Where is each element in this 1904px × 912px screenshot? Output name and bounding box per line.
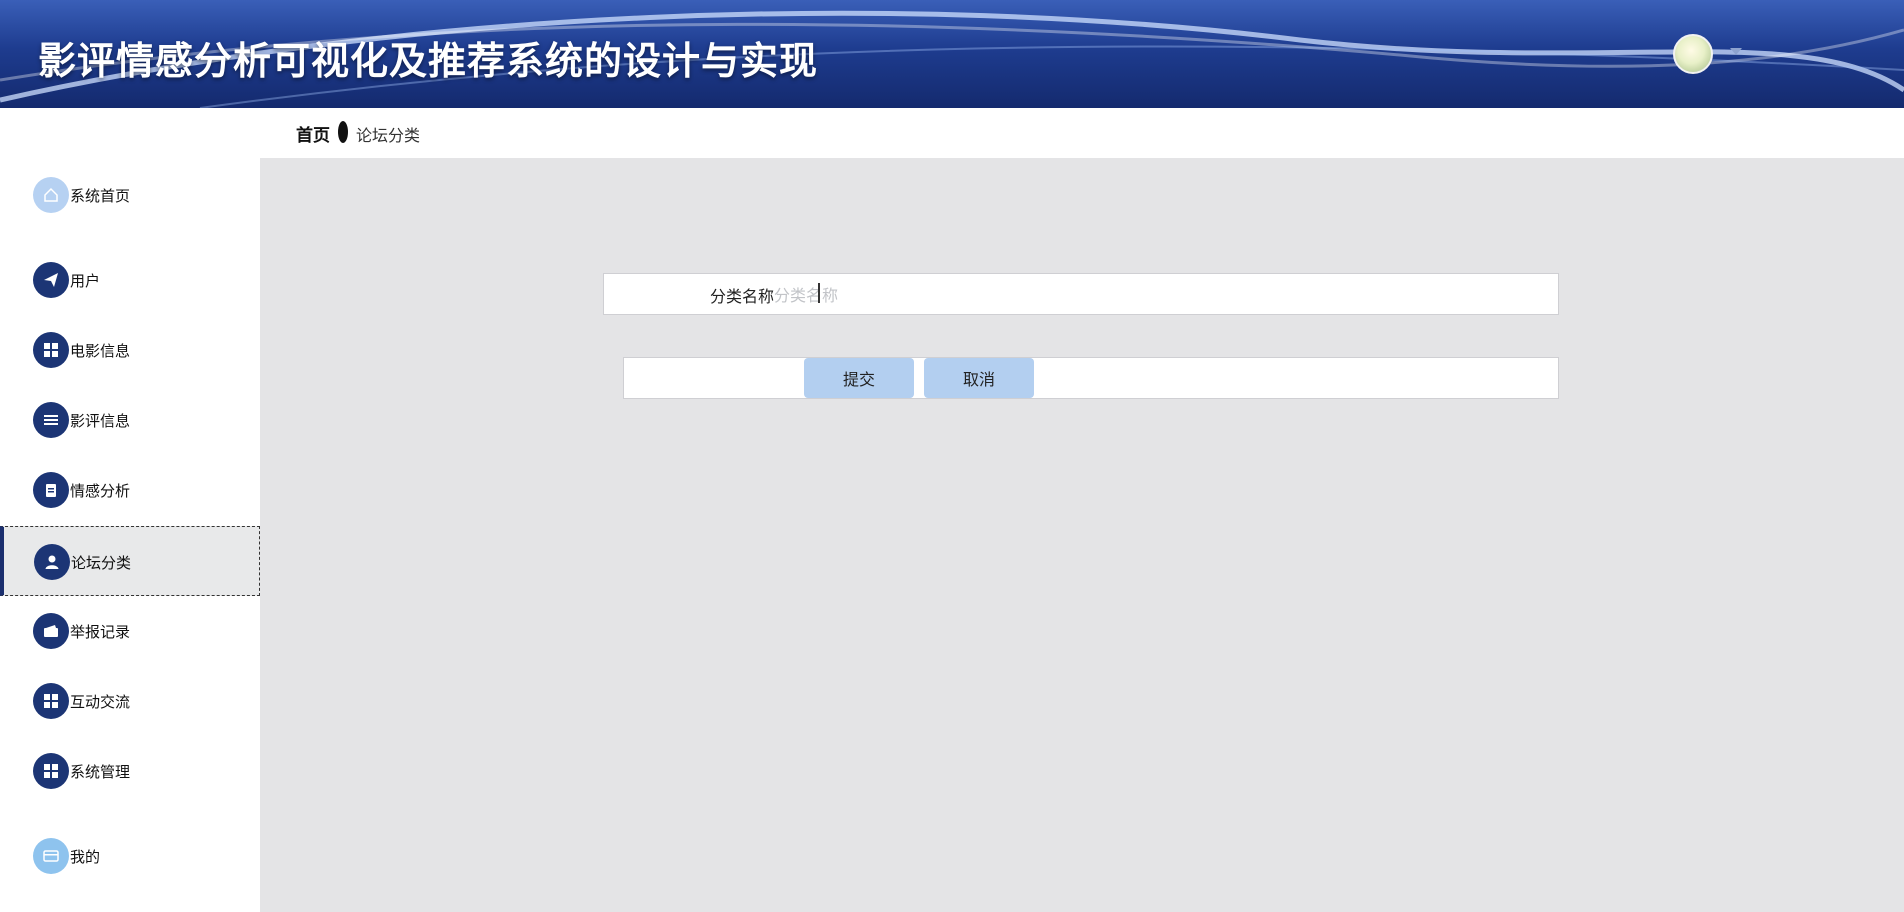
text-cursor-icon [818, 283, 820, 303]
sidebar-item-label: 我的 [70, 848, 101, 866]
sidebar-item-forum-category[interactable]: 论坛分类 [0, 526, 260, 596]
sidebar-item-reports[interactable]: 举报记录 [0, 596, 260, 666]
sidebar-item-reviews[interactable]: 影评信息 [0, 385, 260, 455]
submit-button[interactable]: 提交 [804, 358, 914, 398]
sidebar-item-label: 系统管理 [70, 763, 131, 781]
category-name-input[interactable] [772, 278, 1536, 312]
sidebar-item-sentiment[interactable]: 情感分析 [0, 455, 260, 525]
sidebar-item-label: 论坛分类 [71, 554, 132, 572]
form-actions: 提交 取消 [623, 357, 1559, 399]
sidebar: 系统首页 用户 电影信息 影评信息 情感分析 论坛分类 举报记录 互动交流 系统… [0, 108, 260, 912]
wallet-icon [33, 613, 69, 649]
app-header: 影评情感分析可视化及推荐系统的设计与实现 [0, 0, 1904, 108]
sidebar-item-label: 互动交流 [70, 693, 131, 711]
sidebar-item-system[interactable]: 系统管理 [0, 736, 260, 806]
clipboard-icon [33, 472, 69, 508]
breadcrumb-current: 论坛分类 [356, 126, 421, 145]
list-icon [33, 402, 69, 438]
cancel-button[interactable]: 取消 [924, 358, 1034, 398]
grid-icon [33, 332, 69, 368]
breadcrumb-home[interactable]: 首页 [296, 121, 330, 146]
category-name-row: 分类名称 [603, 273, 1559, 315]
category-name-label: 分类名称 [710, 287, 775, 306]
breadcrumb: 首页 论坛分类 [260, 108, 1904, 158]
sidebar-item-label: 举报记录 [70, 623, 131, 641]
sidebar-item-home[interactable]: 系统首页 [0, 160, 260, 230]
sidebar-item-label: 影评信息 [70, 412, 131, 430]
sidebar-item-users[interactable]: 用户 [0, 245, 260, 315]
user-avatar[interactable] [1673, 34, 1713, 74]
grid-icon [33, 683, 69, 719]
sidebar-item-label: 系统首页 [70, 187, 131, 205]
sidebar-item-mine[interactable]: 我的 [0, 821, 260, 891]
sidebar-item-movies[interactable]: 电影信息 [0, 315, 260, 385]
sidebar-item-label: 用户 [70, 272, 101, 290]
caret-down-icon[interactable] [1730, 48, 1742, 55]
app-title: 影评情感分析可视化及推荐系统的设计与实现 [38, 39, 819, 83]
sidebar-item-interaction[interactable]: 互动交流 [0, 666, 260, 736]
card-icon [33, 838, 69, 874]
paper-plane-icon [33, 262, 69, 298]
home-icon [33, 177, 69, 213]
sidebar-item-label: 情感分析 [70, 482, 131, 500]
sidebar-item-label: 电影信息 [70, 342, 131, 360]
user-icon [34, 544, 70, 580]
grid-icon [33, 753, 69, 789]
breadcrumb-separator-icon [338, 121, 348, 143]
